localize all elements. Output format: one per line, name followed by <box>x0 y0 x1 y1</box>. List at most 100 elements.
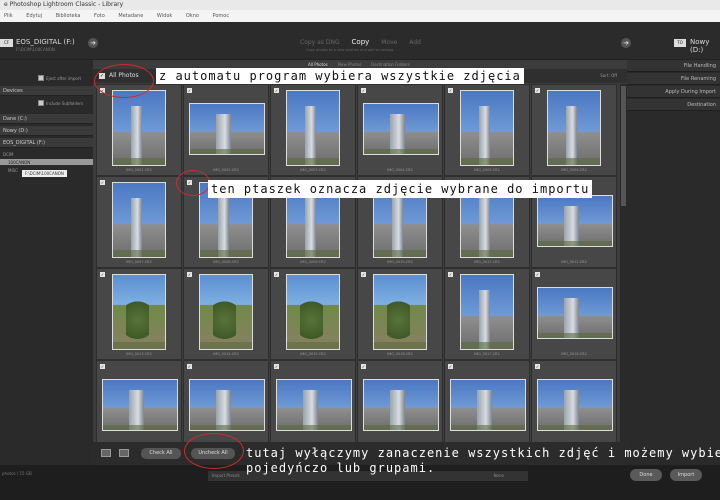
photo-thumbnail[interactable]: ✓IMG_0023.CR2 <box>444 360 530 452</box>
file-name: IMG_0004.CR2 <box>387 168 413 172</box>
include-checkbox[interactable]: ✓ <box>187 364 192 369</box>
filter-new[interactable]: New Photos <box>338 62 362 67</box>
devices-header[interactable]: Devices <box>0 86 93 96</box>
photo-thumbnail[interactable]: ✓IMG_0022.CR2 <box>357 360 443 452</box>
photo-thumbnail[interactable]: ✓ IMG_0007.CR2 <box>96 176 182 268</box>
mode-move[interactable]: Move <box>381 39 397 46</box>
file-name: IMG_0006.CR2 <box>561 168 587 172</box>
include-checkbox[interactable]: ✓ <box>100 364 105 369</box>
photo-thumbnail[interactable]: ✓ IMG_0005.CR2 <box>444 84 530 176</box>
file-name: IMG_0009.CR2 <box>300 260 326 264</box>
include-checkbox[interactable]: ✓ <box>100 272 105 277</box>
photo-thumbnail[interactable]: ✓ IMG_0006.CR2 <box>531 84 617 176</box>
mode-add[interactable]: Add <box>409 39 421 46</box>
photo-thumbnail[interactable]: ✓ IMG_0017.CR2 <box>444 268 530 360</box>
photo-image <box>199 274 253 350</box>
menu-item[interactable]: Plik <box>4 13 13 19</box>
folder-item[interactable]: MISC <box>8 168 18 173</box>
photo-thumbnail[interactable]: ✓ IMG_0002.CR2 <box>183 84 269 176</box>
include-checkbox[interactable]: ✓ <box>274 88 279 93</box>
menu-item[interactable]: Biblioteka <box>56 13 81 19</box>
include-checkbox[interactable]: ✓ <box>361 364 366 369</box>
check-all-button[interactable]: Check All <box>141 448 181 459</box>
filter-all[interactable]: All Photos <box>308 62 328 67</box>
include-checkbox[interactable]: ✓ <box>361 88 366 93</box>
photo-thumbnail[interactable]: ✓ IMG_0016.CR2 <box>357 268 443 360</box>
include-checkbox[interactable]: ✓ <box>535 364 540 369</box>
subfolders-label: Include Subfolders <box>46 101 84 106</box>
photo-image <box>547 90 601 166</box>
source-badge: CF <box>0 39 13 47</box>
menu-item[interactable]: Widok <box>157 13 172 19</box>
sort-dropdown[interactable]: Sort: Off <box>600 73 617 78</box>
photo-image <box>112 182 166 258</box>
photo-image <box>286 90 340 166</box>
file-name: IMG_0010.CR2 <box>387 260 413 264</box>
folder-item[interactable]: 100CANON <box>8 160 30 165</box>
menu-item[interactable]: Metadane <box>118 13 143 19</box>
drive-item[interactable]: Dane (C:) <box>0 114 93 124</box>
import-button[interactable]: Import <box>670 469 702 481</box>
photo-image <box>286 274 340 350</box>
thumbnail-grid: ✓ IMG_0001.CR2 ✓ IMG_0002.CR2 ✓ IMG_0003.CR2 ✓… <box>96 84 619 454</box>
include-checkbox[interactable]: ✓ <box>100 180 105 185</box>
folder-item[interactable]: DCIM <box>3 152 14 157</box>
include-checkbox[interactable]: ✓ <box>274 364 279 369</box>
photo-thumbnail[interactable]: ✓IMG_0019.CR2 <box>96 360 182 452</box>
file-name: IMG_0013.CR2 <box>126 352 152 356</box>
panel-destination[interactable]: Destination <box>627 99 720 111</box>
include-checkbox[interactable]: ✓ <box>187 88 192 93</box>
menu-item[interactable]: Edytuj <box>26 13 42 19</box>
subfolders-checkbox[interactable] <box>38 100 44 106</box>
photo-thumbnail[interactable]: ✓ IMG_0013.CR2 <box>96 268 182 360</box>
scroll-thumb[interactable] <box>621 86 626 206</box>
dest-name[interactable]: Nowy (D:) <box>690 38 720 54</box>
file-name: IMG_0003.CR2 <box>300 168 326 172</box>
panel-apply-during-import[interactable]: Apply During Import <box>627 86 720 98</box>
photo-thumbnail[interactable]: ✓ IMG_0004.CR2 <box>357 84 443 176</box>
photo-image <box>537 379 613 431</box>
loupe-view-icon[interactable] <box>119 449 129 457</box>
annotation-text: z automatu program wybiera wszystkie zdj… <box>156 68 524 84</box>
done-button[interactable]: Done <box>630 469 662 481</box>
photo-image <box>537 195 613 247</box>
mode-copy-dng[interactable]: Copy as DNG <box>300 39 340 46</box>
menu-item[interactable]: Okno <box>186 13 199 19</box>
include-checkbox[interactable]: ✓ <box>535 272 540 277</box>
photo-thumbnail[interactable]: ✓ IMG_0001.CR2 <box>96 84 182 176</box>
photo-image <box>460 274 514 350</box>
drive-item[interactable]: Nowy (D:) <box>0 126 93 136</box>
photo-image <box>276 379 352 431</box>
photo-thumbnail[interactable]: ✓ IMG_0018.CR2 <box>531 268 617 360</box>
include-checkbox[interactable]: ✓ <box>361 272 366 277</box>
drive-item[interactable]: EOS_DIGITAL (F:) <box>0 138 93 148</box>
panel-file-handling[interactable]: File Handling <box>627 60 720 72</box>
include-checkbox[interactable]: ✓ <box>187 272 192 277</box>
source-name[interactable]: EOS_DIGITAL (F:) <box>16 38 75 46</box>
mode-copy[interactable]: Copy <box>352 38 370 46</box>
photo-thumbnail[interactable]: ✓ IMG_0015.CR2 <box>270 268 356 360</box>
photo-thumbnail[interactable]: ✓ IMG_0003.CR2 <box>270 84 356 176</box>
include-checkbox[interactable]: ✓ <box>448 364 453 369</box>
include-checkbox[interactable]: ✓ <box>448 88 453 93</box>
arrow-right-icon: ➔ <box>88 38 98 48</box>
include-checkbox[interactable]: ✓ <box>274 272 279 277</box>
photo-thumbnail[interactable]: ✓IMG_0021.CR2 <box>270 360 356 452</box>
filter-destination[interactable]: Destination Folders <box>371 62 410 67</box>
photo-thumbnail[interactable]: ✓IMG_0024.CR2 <box>531 360 617 452</box>
grid-view-icon[interactable] <box>101 449 111 457</box>
panel-file-renaming[interactable]: File Renaming <box>627 73 720 85</box>
photo-image <box>450 379 526 431</box>
file-name: IMG_0014.CR2 <box>213 352 239 356</box>
eject-checkbox[interactable] <box>38 75 44 81</box>
include-checkbox[interactable]: ✓ <box>448 272 453 277</box>
include-checkbox[interactable]: ✓ <box>535 88 540 93</box>
menu-item[interactable]: Pomoc <box>213 13 230 19</box>
file-name: IMG_0015.CR2 <box>300 352 326 356</box>
import-header: CF EOS_DIGITAL (F:) F:\DCIM\100CANON ➔ C… <box>0 22 720 60</box>
annotation-text: pojedyńczo lub grupami. <box>246 461 436 475</box>
arrow-right-icon: ➔ <box>621 38 631 48</box>
photo-thumbnail[interactable]: ✓ IMG_0014.CR2 <box>183 268 269 360</box>
menu-item[interactable]: Foto <box>94 13 105 19</box>
photo-image <box>373 274 427 350</box>
